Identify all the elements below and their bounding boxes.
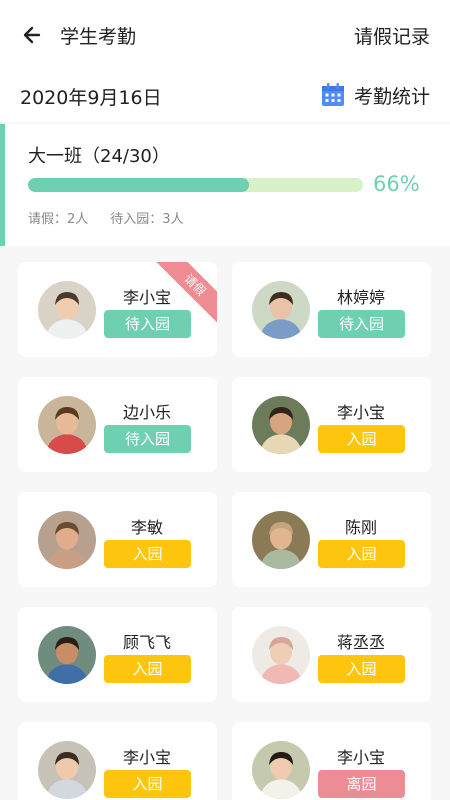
student-name: 李小宝 [122,288,171,307]
date-bar: 2020年9月16日 考勤统计 [0,70,450,122]
current-date[interactable]: 2020年9月16日 [20,83,162,110]
student-card[interactable]: 林婷婷 待入园 [232,262,431,357]
status-button[interactable]: 待入园 [104,310,191,338]
student-name: 林婷婷 [336,288,385,307]
student-card[interactable]: 顾飞飞 入园 [18,607,217,702]
leave-count: 请假：2人 [28,212,89,227]
student-name: 顾飞飞 [122,633,171,652]
arrow-left-icon [23,26,41,44]
avatar [38,741,96,799]
accent-bar [0,124,5,246]
calendar-icon [321,83,344,106]
leave-records-link[interactable]: 请假记录 [354,22,430,49]
page-title: 学生考勤 [60,26,137,48]
student-name: 蒋丞丞 [336,633,385,652]
avatar [252,741,310,799]
avatar [252,511,310,569]
attendance-progress-bar [28,178,363,192]
avatar [38,626,96,684]
student-name: 陈刚 [344,518,377,537]
student-card[interactable]: 陈刚 入园 [232,492,431,587]
student-name: 李小宝 [122,748,171,767]
student-card[interactable]: 李小宝 离园 [232,722,431,800]
pending-count: 待入园：3人 [110,212,184,227]
status-button[interactable]: 入园 [318,655,405,683]
attendance-progress-fill [28,178,250,192]
student-card[interactable]: 边小乐 待入园 [18,377,217,472]
avatar [38,281,96,339]
student-card[interactable]: 李敏 入园 [18,492,217,587]
class-summary-card: 大一班（24/30） 66% 请假：2人 待入园：3人 [0,124,450,246]
avatar [38,396,96,454]
attendance-summary: 请假：2人 待入园：3人 [28,208,184,227]
attendance-stats-button[interactable]: 考勤统计 [320,80,430,110]
status-button[interactable]: 待入园 [318,310,405,338]
status-button[interactable]: 入园 [104,770,191,798]
student-name: 李小宝 [336,748,385,767]
status-button[interactable]: 待入园 [104,425,191,453]
student-name: 李小宝 [336,403,385,422]
app-header: 学生考勤 请假记录 [0,0,450,70]
student-card[interactable]: 李小宝 入园 [18,722,217,800]
class-name: 大一班（24/30） [28,146,170,167]
avatar [38,511,96,569]
avatar [252,281,310,339]
student-name: 边小乐 [122,403,171,422]
student-card[interactable]: 李小宝 入园 [232,377,431,472]
attendance-stats-label: 考勤统计 [353,85,430,108]
student-name: 李敏 [130,518,163,537]
avatar [252,396,310,454]
attendance-percentage: 66% [373,172,420,196]
status-button[interactable]: 入园 [104,540,191,568]
status-button[interactable]: 入园 [104,655,191,683]
back-button[interactable] [18,20,48,50]
student-card[interactable]: 蒋丞丞 入园 [232,607,431,702]
status-button[interactable]: 入园 [318,425,405,453]
student-card[interactable]: 李小宝 待入园 请假 [18,262,217,357]
status-button[interactable]: 入园 [318,540,405,568]
status-button[interactable]: 离园 [318,770,405,798]
avatar [252,626,310,684]
